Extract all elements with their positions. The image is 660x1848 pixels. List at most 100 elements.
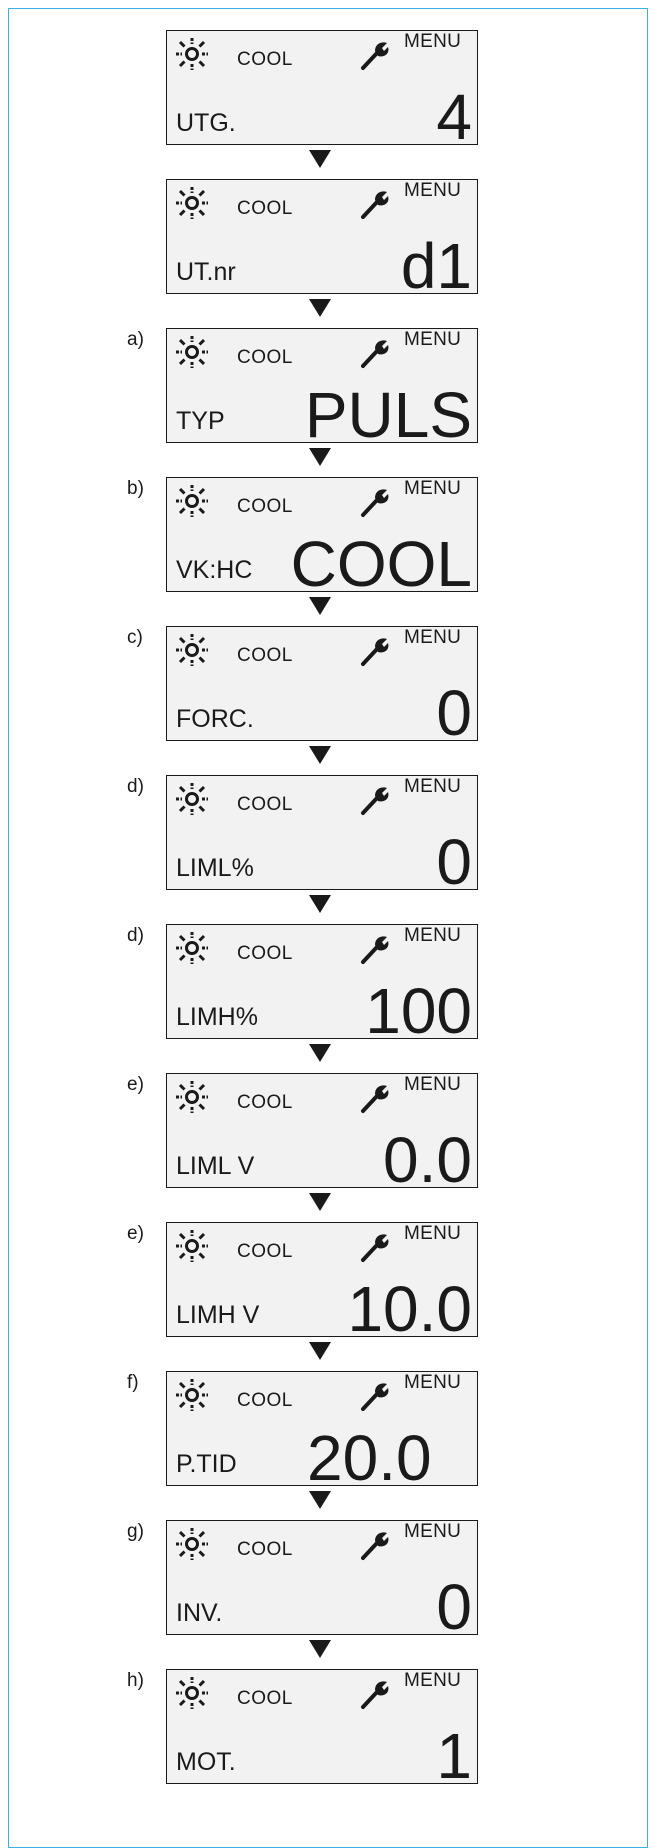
lcd-screen: COOL MENU MOT. 1 [166,1669,478,1788]
mode-text: COOL [237,1390,293,1411]
sun-icon [175,1378,209,1412]
lcd-screen: COOL MENU INV. 0 [166,1520,478,1639]
step-label: e) [127,1074,144,1095]
step-label: d) [127,776,144,797]
parameter-label: LIMH% [176,1003,258,1031]
lcd-screen: COOL MENU FORC. 0 [166,626,478,745]
parameter-value: d1 [400,230,472,302]
menu-text: MENU [404,627,462,648]
step-label: c) [127,627,143,648]
menu-text: MENU [404,478,462,499]
arrow-down-icon [309,299,331,317]
step-label: b) [127,478,144,499]
sun-icon [175,484,209,518]
mode-text: COOL [237,1688,293,1709]
lcd-screen: COOL MENU P.TID 20.0 [166,1371,478,1490]
lcd-screen: COOL MENU LIMH% 100 [166,924,478,1043]
menu-text: MENU [404,1372,462,1393]
step-label: h) [127,1670,144,1691]
parameter-label: VK:HC [176,556,253,584]
parameter-label: P.TID [176,1450,237,1478]
mode-text: COOL [237,347,293,368]
wrench-icon [359,1678,391,1710]
sun-icon [175,335,209,369]
mode-text: COOL [237,794,293,815]
menu-text: MENU [404,1223,462,1244]
arrow-down-icon [309,1044,331,1062]
lcd-screen: COOL MENU TYP PULS [166,328,478,447]
menu-text: MENU [404,925,462,946]
step-label: f) [127,1372,139,1393]
menu-text: MENU [404,1521,462,1542]
wrench-icon [359,784,391,816]
parameter-value: PULS [304,379,472,451]
parameter-label: INV. [176,1599,223,1627]
mode-text: COOL [237,496,293,517]
step-label: g) [127,1521,144,1542]
lcd-screen: COOL MENU UTG. 4 [166,30,478,149]
arrow-down-icon [309,895,331,913]
menu-text: MENU [404,1074,462,1095]
sun-icon [175,186,209,220]
menu-text: MENU [404,180,462,201]
sun-icon [175,931,209,965]
sun-icon [175,782,209,816]
wrench-icon [359,635,391,667]
parameter-label: LIML V [176,1152,255,1180]
parameter-label: UT.nr [176,258,236,286]
mode-text: COOL [237,49,293,70]
wrench-icon [359,486,391,518]
wrench-icon [359,1380,391,1412]
parameter-value: 0 [436,1571,472,1643]
wrench-icon [359,1082,391,1114]
mode-text: COOL [237,198,293,219]
parameter-label: LIMH V [176,1301,260,1329]
lcd-screen: COOL MENU LIMH V 10.0 [166,1222,478,1341]
wrench-icon [359,1529,391,1561]
parameter-value: 0 [436,826,472,898]
sun-icon [175,1676,209,1710]
parameter-label: UTG. [176,109,236,137]
parameter-label: MOT. [176,1748,236,1776]
sun-icon [175,1080,209,1114]
step-label: e) [127,1223,144,1244]
lcd-screen: COOL MENU VK:HC COOL [166,477,478,596]
wrench-icon [359,1231,391,1263]
parameter-value: 10.0 [347,1273,472,1345]
parameter-value: 0 [436,677,472,749]
menu-text: MENU [404,31,462,52]
wrench-icon [359,933,391,965]
lcd-screen: COOL MENU LIML V 0.0 [166,1073,478,1192]
parameter-value: 0.0 [383,1124,472,1196]
mode-text: COOL [237,1241,293,1262]
mode-text: COOL [237,943,293,964]
parameter-label: TYP [176,407,225,435]
sun-icon [175,1229,209,1263]
parameter-label: FORC. [176,705,254,733]
sun-icon [175,37,209,71]
wrench-icon [359,337,391,369]
lcd-screen: COOL MENU UT.nr d1 [166,179,478,298]
menu-text: MENU [404,329,462,350]
menu-text: MENU [404,1670,462,1691]
step-label: a) [127,329,144,350]
arrow-down-icon [309,448,331,466]
menu-text: MENU [404,776,462,797]
step-label: d) [127,925,144,946]
arrow-down-icon [309,1640,331,1658]
parameter-value: 1 [436,1720,472,1792]
parameter-value: COOL [290,528,472,600]
mode-text: COOL [237,1092,293,1113]
mode-text: COOL [237,1539,293,1560]
arrow-down-icon [309,597,331,615]
parameter-value: 100 [365,975,472,1047]
arrow-down-icon [309,1193,331,1211]
sun-icon [175,633,209,667]
wrench-icon [359,188,391,220]
lcd-screen: COOL MENU LIML% 0 [166,775,478,894]
parameter-value: 4 [436,81,472,153]
mode-text: COOL [237,645,293,666]
arrow-down-icon [309,746,331,764]
sun-icon [175,1527,209,1561]
parameter-value: 20.0 [307,1422,432,1494]
